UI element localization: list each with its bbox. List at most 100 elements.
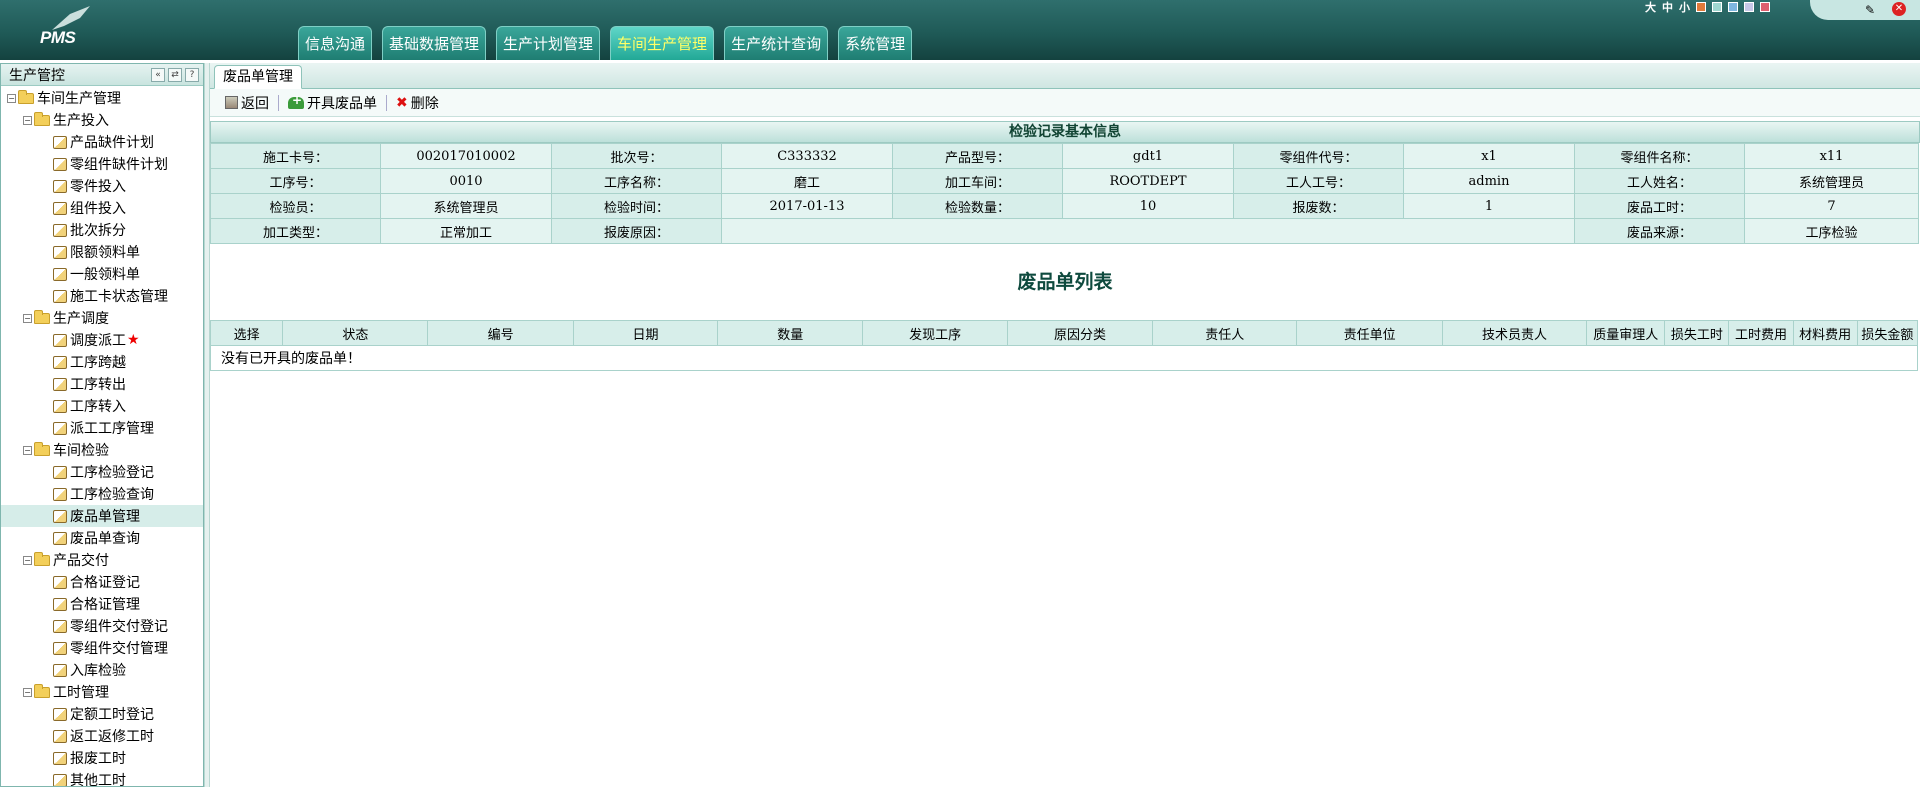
folder-icon — [18, 89, 34, 104]
page-icon — [53, 201, 67, 215]
column-header[interactable]: 技术员责人 — [1441, 320, 1588, 346]
tree-item[interactable]: 返工返修工时 — [1, 725, 203, 747]
column-header[interactable]: 损失工时 — [1664, 320, 1730, 346]
column-header[interactable]: 责任人 — [1152, 320, 1298, 346]
column-header[interactable]: 责任单位 — [1296, 320, 1443, 346]
tab-scrap-management[interactable]: 废品单管理 — [214, 65, 302, 89]
refresh-icon[interactable]: ⇄ — [168, 67, 182, 82]
column-header[interactable]: 损失金额 — [1856, 320, 1919, 346]
column-header[interactable]: 数量 — [717, 320, 864, 346]
collapse-toggle-icon[interactable]: − — [23, 445, 32, 455]
back-button-label: 返回 — [241, 95, 269, 112]
list-title: 废品单列表 — [1017, 271, 1113, 293]
page-icon — [53, 223, 67, 237]
collapse-toggle-icon[interactable]: − — [23, 687, 32, 697]
font-size-option[interactable]: 大 — [1645, 0, 1656, 15]
empty-message: 没有已开具的废品单！ — [210, 345, 1918, 371]
tree-item-label: 返工返修工时 — [70, 729, 154, 745]
nav-tab-1[interactable]: 基础数据管理 — [382, 26, 487, 60]
collapse-all-icon[interactable]: « — [151, 67, 165, 82]
tree-item[interactable]: 派工工序管理 — [1, 417, 203, 439]
nav-tab-0[interactable]: 信息沟通 — [298, 26, 373, 60]
tree-item[interactable]: 废品单管理 — [1, 505, 203, 527]
column-header[interactable]: 工时费用 — [1728, 320, 1794, 346]
tree-item[interactable]: 工序转出 — [1, 373, 203, 395]
info-label: 废品来源： — [1574, 218, 1745, 244]
display-tools: 大中小 — [1645, 0, 1770, 14]
tree-item[interactable]: 入库检验 — [1, 659, 203, 681]
help-icon[interactable]: ? — [185, 67, 199, 82]
tree-group[interactable]: − 产品交付 — [1, 549, 203, 571]
skin-swatch[interactable] — [1696, 2, 1706, 12]
tree-item[interactable]: 零件投入 — [1, 175, 203, 197]
font-size-option[interactable]: 小 — [1679, 0, 1690, 15]
back-icon — [225, 96, 238, 109]
column-header[interactable]: 状态 — [282, 320, 429, 346]
tree-item[interactable]: 调度派工 ★ — [1, 329, 203, 351]
back-button[interactable]: 返回 — [220, 93, 274, 113]
tree-group[interactable]: − 工时管理 — [1, 681, 203, 703]
skin-swatch[interactable] — [1712, 2, 1722, 12]
column-header[interactable]: 质量审理人 — [1586, 320, 1666, 346]
tree-item[interactable]: 其他工时 — [1, 769, 203, 786]
tree-item[interactable]: 组件投入 — [1, 197, 203, 219]
tree-item[interactable]: 合格证管理 — [1, 593, 203, 615]
page-icon — [53, 487, 67, 501]
collapse-toggle-icon[interactable]: − — [23, 313, 32, 323]
tree-item-label: 一般领料单 — [70, 267, 140, 283]
nav-tab-4[interactable]: 生产统计查询 — [724, 26, 829, 60]
column-header[interactable]: 原因分类 — [1006, 320, 1154, 346]
font-size-option[interactable]: 中 — [1662, 0, 1673, 15]
tree-item[interactable]: 施工卡状态管理 — [1, 285, 203, 307]
create-scrap-button[interactable]: 开具废品单 — [283, 93, 382, 113]
nav-tab-2[interactable]: 生产计划管理 — [496, 26, 601, 60]
close-icon[interactable]: ✕ — [1892, 2, 1906, 16]
column-header[interactable]: 发现工序 — [862, 320, 1008, 346]
column-header[interactable]: 材料费用 — [1792, 320, 1858, 346]
edit-icon[interactable]: ✎ — [1862, 2, 1878, 18]
tree-item[interactable]: 工序检验登记 — [1, 461, 203, 483]
info-value: C333332 — [721, 143, 893, 169]
tree-group[interactable]: − 生产投入 — [1, 109, 203, 131]
page-icon — [53, 399, 67, 413]
tree-group[interactable]: − 车间生产管理 — [1, 87, 203, 109]
tree-item-label: 生产调度 — [53, 311, 109, 327]
tree-item[interactable]: 零组件缺件计划 — [1, 153, 203, 175]
tree-item[interactable]: 合格证登记 — [1, 571, 203, 593]
tree-group[interactable]: − 生产调度 — [1, 307, 203, 329]
tree-item[interactable]: 定额工时登记 — [1, 703, 203, 725]
tree-item-label: 定额工时登记 — [70, 707, 154, 723]
page-icon — [53, 641, 67, 655]
collapse-toggle-icon[interactable]: − — [23, 555, 32, 565]
collapse-toggle-icon[interactable]: − — [7, 93, 16, 103]
delete-button[interactable]: ✖ 删除 — [391, 93, 444, 113]
tree-item[interactable]: 限额领料单 — [1, 241, 203, 263]
tree-item[interactable]: 工序检验查询 — [1, 483, 203, 505]
column-header[interactable]: 编号 — [427, 320, 574, 346]
tree-item-label: 工序跨越 — [70, 355, 126, 371]
collapse-toggle-icon[interactable]: − — [23, 115, 32, 125]
column-header[interactable]: 选择 — [209, 320, 284, 346]
nav-tab-3[interactable]: 车间生产管理 — [610, 26, 715, 60]
tree-item[interactable]: 工序转入 — [1, 395, 203, 417]
tree-item[interactable]: 报废工时 — [1, 747, 203, 769]
tree-item[interactable]: 零组件交付登记 — [1, 615, 203, 637]
skin-swatch[interactable] — [1728, 2, 1738, 12]
tree-item[interactable]: 废品单查询 — [1, 527, 203, 549]
tree-item[interactable]: 工序跨越 — [1, 351, 203, 373]
skin-swatch[interactable] — [1760, 2, 1770, 12]
tree-item[interactable]: 零组件交付管理 — [1, 637, 203, 659]
column-header[interactable]: 日期 — [572, 320, 719, 346]
info-label: 检验数量： — [892, 193, 1063, 219]
tree-item[interactable]: 产品缺件计划 — [1, 131, 203, 153]
tree-item[interactable]: 批次拆分 — [1, 219, 203, 241]
info-value: gdt1 — [1062, 143, 1234, 169]
tree-group[interactable]: − 车间检验 — [1, 439, 203, 461]
delete-button-label: 删除 — [410, 95, 439, 112]
tree-item[interactable]: 一般领料单 — [1, 263, 203, 285]
skin-swatch[interactable] — [1744, 2, 1754, 12]
empty-row: 没有已开具的废品单！ — [210, 345, 1918, 371]
info-label: 工人姓名： — [1574, 168, 1745, 194]
toolbar-divider — [386, 94, 387, 111]
nav-tab-5[interactable]: 系统管理 — [838, 26, 913, 60]
